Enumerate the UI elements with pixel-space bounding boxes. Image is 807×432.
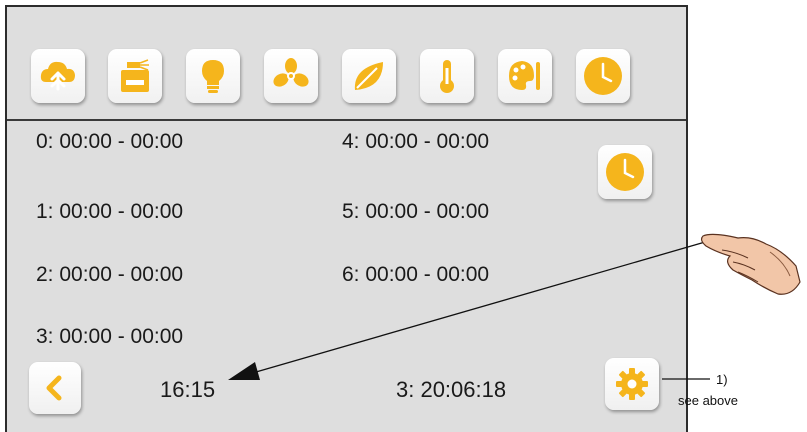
thermometer-icon xyxy=(440,60,454,93)
timeslot-2[interactable]: 2: 00:00 - 00:00 xyxy=(36,263,183,287)
timeslot-6[interactable]: 6: 00:00 - 00:00 xyxy=(342,263,489,287)
clock-icon xyxy=(606,153,644,191)
clock-icon xyxy=(584,57,622,95)
gear-icon xyxy=(616,368,648,400)
dispenser-icon xyxy=(121,59,149,92)
settings-button[interactable] xyxy=(605,358,659,410)
palette-icon xyxy=(509,61,540,90)
chevron-left-icon xyxy=(46,375,62,401)
clock-button[interactable] xyxy=(576,49,630,103)
callout-number: 1) xyxy=(716,372,728,387)
light-bulb-button[interactable] xyxy=(186,49,240,103)
pointing-hand-icon xyxy=(700,233,801,295)
fan-icon xyxy=(273,58,309,87)
clock-settings-button[interactable] xyxy=(598,145,652,199)
day-time-display: 3: 20:06:18 xyxy=(396,377,507,402)
current-time: 16:15 xyxy=(160,377,216,402)
palette-button[interactable] xyxy=(498,49,552,103)
callout-text: see above xyxy=(678,393,738,408)
timeslot-0[interactable]: 0: 00:00 - 00:00 xyxy=(36,130,183,154)
timeslot-5[interactable]: 5: 00:00 - 00:00 xyxy=(342,200,489,224)
timeslot-3[interactable]: 3: 00:00 - 00:00 xyxy=(36,325,183,349)
device-screen: 0: 00:00 - 00:00 1: 00:00 - 00:00 2: 00:… xyxy=(5,5,688,432)
toolbar xyxy=(7,7,686,121)
dispenser-button[interactable] xyxy=(108,49,162,103)
cloud-spray-icon xyxy=(40,61,75,91)
light-bulb-icon xyxy=(202,60,224,93)
timeslot-4[interactable]: 4: 00:00 - 00:00 xyxy=(342,130,489,154)
leaf-icon xyxy=(354,62,383,90)
fan-button[interactable] xyxy=(264,49,318,103)
back-button[interactable] xyxy=(29,362,81,414)
cloud-spray-button[interactable] xyxy=(31,49,85,103)
thermometer-button[interactable] xyxy=(420,49,474,103)
timeslot-1[interactable]: 1: 00:00 - 00:00 xyxy=(36,200,183,224)
leaf-button[interactable] xyxy=(342,49,396,103)
